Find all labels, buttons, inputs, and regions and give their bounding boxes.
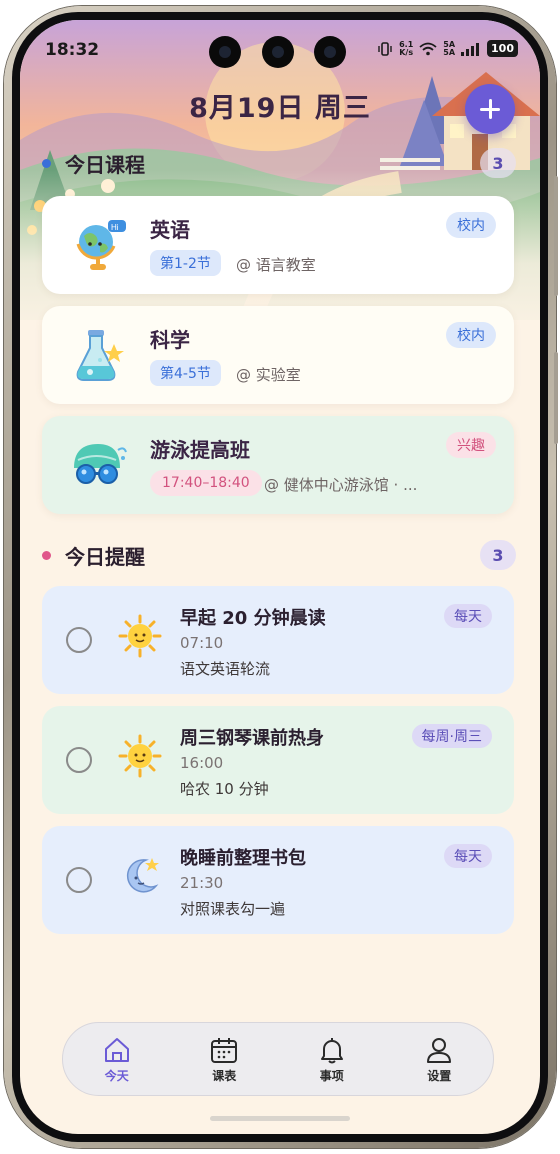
power-button	[554, 352, 558, 444]
home-icon	[104, 1037, 129, 1062]
course-period: 第1-2节	[150, 250, 221, 276]
reminders-section-title: 今日提醒	[65, 544, 145, 569]
wifi-icon	[419, 42, 437, 55]
home-indicator[interactable]	[210, 1116, 350, 1121]
tab-schedule[interactable]: 课表	[189, 1035, 259, 1084]
moon-icon	[126, 858, 159, 893]
status-icons: 6.1 K/s 5A 5A 100	[377, 40, 518, 57]
swim-cap-goggles-icon	[74, 444, 127, 484]
tab-label: 今天	[104, 1068, 129, 1083]
net-speed: 6.1 K/s	[399, 40, 414, 57]
course-location: @ 语言教室	[236, 256, 316, 274]
reminder-title: 周三钢琴课前热身	[180, 728, 324, 749]
calendar-icon	[211, 1037, 238, 1063]
course-period: 第4-5节	[150, 360, 221, 386]
add-button[interactable]	[465, 84, 515, 134]
date-title: 8月19日 周三	[189, 93, 371, 124]
tab-tasks[interactable]: 事项	[297, 1035, 367, 1084]
bell-icon	[320, 1037, 343, 1063]
camera-lens-left	[209, 36, 241, 68]
reminder-repeat-tag: 每天	[444, 604, 492, 628]
courses-count-badge: 3	[480, 148, 516, 178]
globe-icon: Hi	[76, 220, 126, 270]
reminder-title: 晚睡前整理书包	[180, 848, 306, 869]
signal-labels: 5A 5A	[443, 40, 456, 57]
battery-indicator: 100	[487, 40, 518, 57]
course-time-range: 17:40–18:40	[150, 470, 262, 496]
reminder-title: 早起 20 分钟晨读	[180, 608, 326, 629]
tab-label: 事项	[319, 1068, 344, 1083]
course-card[interactable]: Hi 英语 校内 第1-2节 @ 语言教室	[42, 196, 514, 294]
tab-label: 设置	[427, 1068, 452, 1083]
reminder-note: 哈农 10 分钟	[180, 780, 269, 798]
course-tag-interest: 兴趣	[446, 432, 496, 458]
reminder-checkbox[interactable]	[66, 627, 92, 653]
tab-today[interactable]: 今天	[82, 1035, 152, 1084]
signal-bars-icon	[461, 42, 480, 56]
course-location: @ 健体中心游泳馆 · ...	[264, 476, 418, 494]
tab-settings[interactable]: 设置	[404, 1035, 474, 1084]
reminder-time: 21:30	[180, 874, 224, 892]
reminder-card[interactable]: 晚睡前整理书包 21:30 对照课表勾一遍 每天	[42, 826, 514, 934]
reminder-card[interactable]: 早起 20 分钟晨读 07:10 语文英语轮流 每天	[42, 586, 514, 694]
reminder-card[interactable]: 周三钢琴课前热身 16:00 哈农 10 分钟 每周·周三	[42, 706, 514, 814]
reminder-time: 07:10	[180, 634, 224, 652]
reminders-section-header: 今日提醒 3	[42, 540, 516, 570]
courses-section-title: 今日课程	[65, 152, 145, 177]
reminder-checkbox[interactable]	[66, 747, 92, 773]
reminder-repeat-tag: 每天	[444, 844, 492, 868]
course-tag-school: 校内	[446, 212, 496, 238]
signal-label-bottom: 5A	[443, 47, 456, 57]
sun-icon	[118, 614, 162, 658]
sun-icon	[118, 734, 162, 778]
app-screen: 18:32 6.1 K/s 5A 5A 100 8月19日 周三 今日课程 3 …	[20, 20, 540, 1134]
course-tag-school: 校内	[446, 322, 496, 348]
tab-label: 课表	[212, 1068, 237, 1083]
course-name: 科学	[150, 328, 190, 352]
section-dot	[42, 550, 51, 560]
camera-lens-center	[262, 36, 294, 68]
course-name: 游泳提高班	[150, 438, 250, 462]
section-dot	[42, 158, 51, 168]
camera-lens-right	[314, 36, 346, 68]
bottom-tab-bar: 今天 课表 事项 设置	[62, 1022, 494, 1096]
status-time: 18:32	[45, 40, 100, 60]
net-speed-unit: K/s	[399, 47, 414, 57]
reminder-note: 对照课表勾一遍	[180, 900, 286, 918]
course-card[interactable]: 科学 校内 第4-5节 @ 实验室	[42, 306, 514, 404]
reminders-count-badge: 3	[480, 540, 516, 570]
course-card[interactable]: 游泳提高班 兴趣 17:40–18:40 @ 健体中心游泳馆 · ...	[42, 416, 514, 514]
reminder-checkbox[interactable]	[66, 867, 92, 893]
course-name: 英语	[150, 218, 190, 242]
volume-button	[554, 176, 558, 296]
person-icon	[427, 1037, 452, 1063]
vibrate-icon	[378, 41, 392, 56]
reminder-repeat-tag: 每周·周三	[411, 724, 492, 748]
flask-icon	[76, 330, 124, 381]
svg-text:Hi: Hi	[111, 223, 119, 232]
reminder-note: 语文英语轮流	[180, 660, 271, 678]
course-location: @ 实验室	[236, 366, 301, 384]
courses-section-header: 今日课程 3	[42, 148, 516, 178]
reminder-time: 16:00	[180, 754, 224, 772]
